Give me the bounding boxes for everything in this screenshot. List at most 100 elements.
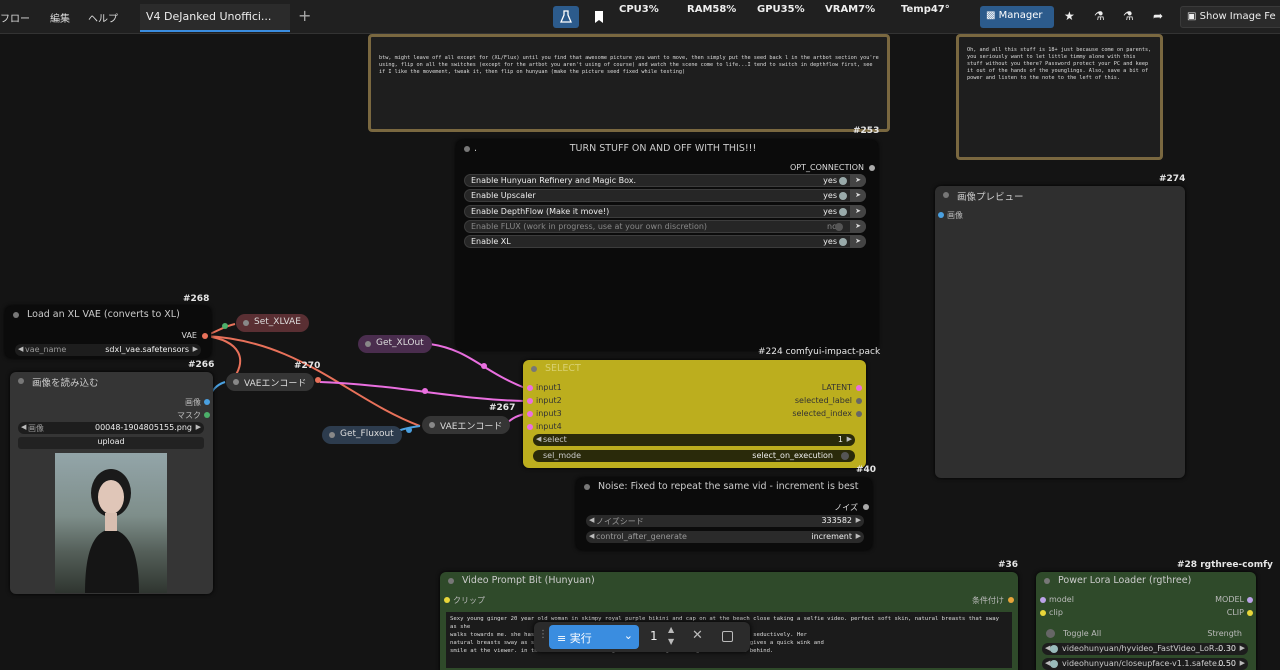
- noise-output-port[interactable]: [863, 504, 869, 510]
- arrow-right-icon[interactable]: ➤: [850, 220, 866, 233]
- lora-row-2[interactable]: videohunyuan/closeupface-v1.1.safete... …: [1042, 658, 1248, 670]
- prompt-node-title[interactable]: Video Prompt Bit (Hunyuan): [440, 572, 1018, 590]
- select-node-title[interactable]: SELECT: [523, 360, 866, 378]
- link-midpoint[interactable]: [406, 427, 412, 433]
- vae-encode-node-2[interactable]: VAEエンコード: [422, 416, 511, 434]
- image-file-select[interactable]: 画像 00048-1904805155.png: [18, 422, 204, 434]
- toggle-state: yes: [823, 176, 837, 185]
- image-output-port[interactable]: [204, 399, 210, 405]
- video-prompt-node[interactable]: Video Prompt Bit (Hunyuan) クリップ 条件付け Sex…: [440, 572, 1018, 670]
- conditioning-output-port[interactable]: [1008, 597, 1014, 603]
- noise-seed-label: ノイズシード: [596, 517, 644, 526]
- chevron-down-icon[interactable]: ⌄: [624, 629, 633, 642]
- input4-port[interactable]: [527, 424, 533, 430]
- lora-node-id: #28 rgthree-comfy: [1177, 560, 1273, 570]
- vae-encode-node-1[interactable]: VAEエンコード: [226, 373, 315, 391]
- load-image-title[interactable]: 画像を読み込む: [10, 372, 213, 390]
- selected-label-port[interactable]: [856, 398, 862, 404]
- sel-mode-knob[interactable]: [841, 452, 849, 460]
- batch-count-input[interactable]: 1: [650, 629, 658, 643]
- input3-port[interactable]: [527, 411, 533, 417]
- toggle-knob[interactable]: [835, 223, 843, 231]
- noise-node[interactable]: Noise: Fixed to repeat the same vid - in…: [576, 478, 872, 550]
- link-midpoint[interactable]: [422, 388, 428, 394]
- vae-encode2-id: #267: [489, 403, 516, 413]
- toggle-knob[interactable]: [839, 208, 847, 216]
- latent-output-port[interactable]: [856, 385, 862, 391]
- arrow-right-icon[interactable]: ➤: [850, 189, 866, 202]
- toggle-upscaler[interactable]: Enable Upscaler yes ➤: [464, 189, 866, 202]
- note-right-text[interactable]: Oh, and all this stuff is 18+ just becau…: [959, 37, 1160, 84]
- note-left[interactable]: btw, might leave off all except for (XL/…: [368, 34, 890, 132]
- toggle-hunyuan[interactable]: Enable Hunyuan Refinery and Magic Box. y…: [464, 174, 866, 187]
- lora-enable-toggle[interactable]: [1050, 645, 1058, 653]
- arrow-right-icon[interactable]: ➤: [850, 174, 866, 187]
- vae-loader-title[interactable]: Load an XL VAE (converts to XL): [5, 306, 211, 324]
- clip-input-label: クリップ: [453, 596, 485, 605]
- toggle-all-switch[interactable]: [1046, 629, 1055, 638]
- upload-button[interactable]: upload: [18, 437, 204, 449]
- lora-node-title[interactable]: Power Lora Loader (rgthree): [1036, 572, 1256, 590]
- link-midpoint[interactable]: [481, 363, 487, 369]
- clip-input-label: clip: [1049, 608, 1063, 617]
- get-fluxout-node[interactable]: Get_Fluxout: [322, 426, 402, 444]
- noise-node-title[interactable]: Noise: Fixed to repeat the same vid - in…: [576, 478, 872, 496]
- control-after-generate-select[interactable]: control_after_generate increment: [586, 531, 864, 543]
- select-number-field[interactable]: select 1: [533, 434, 855, 446]
- run-button[interactable]: ≡ 実行 ⌄: [549, 625, 639, 649]
- toggle-flux[interactable]: Enable FLUX (work in progress, use at yo…: [464, 220, 866, 233]
- toggle-state: yes: [823, 237, 837, 246]
- select-label: select: [543, 435, 567, 444]
- vae-loader-id: #268: [183, 294, 210, 304]
- switch-node-header[interactable]: . TURN STUFF ON AND OFF WITH THIS!!!: [456, 140, 878, 158]
- input2-port[interactable]: [527, 398, 533, 404]
- set-xlvae-node[interactable]: Set_XLVAE: [236, 314, 309, 332]
- image-file-value: 00048-1904805155.png: [94, 423, 192, 432]
- link-midpoint[interactable]: [315, 377, 321, 383]
- toggle-knob[interactable]: [839, 238, 847, 246]
- clip-output-port[interactable]: [1247, 610, 1253, 616]
- output-port[interactable]: [869, 165, 875, 171]
- toggle-xl[interactable]: Enable XL yes ➤: [464, 235, 866, 248]
- input2-label: input2: [536, 396, 562, 405]
- lora-strength: 0.50: [1218, 659, 1236, 668]
- toggle-knob[interactable]: [839, 177, 847, 185]
- lora-row-1[interactable]: videohunyuan/hyvideo_FastVideo_LoR... -0…: [1042, 643, 1248, 655]
- power-lora-node[interactable]: Power Lora Loader (rgthree) model clip M…: [1036, 572, 1256, 670]
- image-input-port[interactable]: [938, 212, 944, 218]
- arrow-right-icon[interactable]: ➤: [850, 205, 866, 218]
- select-node[interactable]: SELECT input1 input2 input3 input4 LATEN…: [523, 360, 866, 468]
- note-left-text[interactable]: btw, might leave off all except for (XL/…: [371, 37, 887, 78]
- queue-list-icon: ≡: [557, 632, 567, 645]
- model-output-port[interactable]: [1247, 597, 1253, 603]
- vae-output-port[interactable]: [202, 333, 208, 339]
- lora-enable-toggle[interactable]: [1050, 660, 1058, 668]
- clip-input-port[interactable]: [444, 597, 450, 603]
- vae-loader-node[interactable]: Load an XL VAE (converts to XL) VAE vae_…: [5, 306, 211, 358]
- get-xlout-node[interactable]: Get_XLOut: [358, 335, 432, 353]
- arrow-right-icon[interactable]: ➤: [850, 235, 866, 248]
- mask-output-port[interactable]: [204, 412, 210, 418]
- model-input-port[interactable]: [1040, 597, 1046, 603]
- link-midpoint[interactable]: [222, 323, 228, 329]
- stepper-arrows-icon[interactable]: ▲ ▼: [668, 624, 674, 648]
- input1-port[interactable]: [527, 385, 533, 391]
- note-right[interactable]: Oh, and all this stuff is 18+ just becau…: [956, 34, 1163, 160]
- toggle-depthflow[interactable]: Enable DepthFlow (Make it move!) yes ➤: [464, 205, 866, 218]
- image-output-label: 画像: [185, 398, 201, 407]
- drag-handle-icon[interactable]: ⋮: [538, 629, 548, 640]
- opt-connection-output[interactable]: OPT_CONNECTION: [790, 163, 864, 172]
- stop-icon[interactable]: [722, 631, 733, 642]
- sel-mode-toggle[interactable]: sel_mode select_on_execution: [533, 450, 855, 462]
- portrait-figure: [85, 469, 139, 593]
- switch-node[interactable]: . TURN STUFF ON AND OFF WITH THIS!!! OPT…: [456, 140, 878, 350]
- close-icon[interactable]: ✕: [692, 628, 703, 643]
- preview-node-title[interactable]: 画像プレビュー: [935, 186, 1185, 204]
- vae-name-select[interactable]: vae_name sdxl_vae.safetensors: [15, 344, 201, 356]
- load-image-node[interactable]: 画像を読み込む 画像 マスク 画像 00048-1904805155.png u…: [10, 372, 213, 594]
- preview-image-node[interactable]: 画像プレビュー 画像: [935, 186, 1185, 478]
- clip-input-port[interactable]: [1040, 610, 1046, 616]
- toggle-knob[interactable]: [839, 192, 847, 200]
- selected-index-port[interactable]: [856, 411, 862, 417]
- noise-seed-field[interactable]: ノイズシード 333582: [586, 515, 864, 527]
